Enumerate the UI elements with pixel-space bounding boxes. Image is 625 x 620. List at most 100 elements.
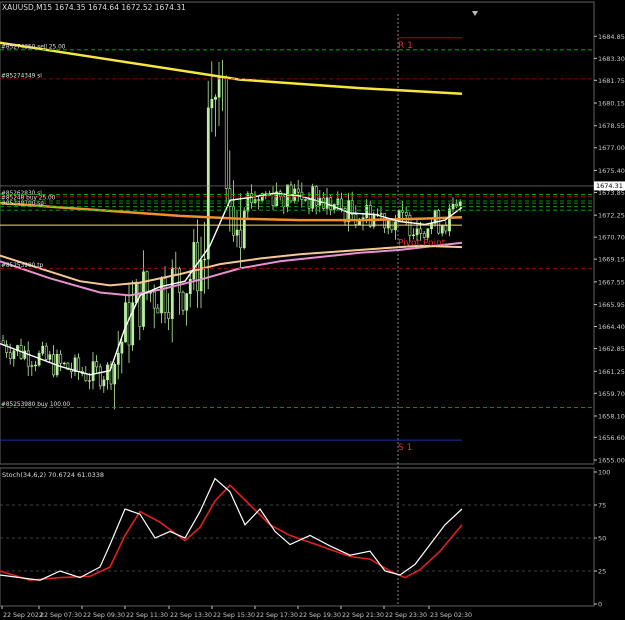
time-tick-label: 22 Sep 19:30: [299, 612, 341, 619]
price-tick-label: 1677.00: [598, 144, 625, 152]
candle-body: [286, 184, 289, 208]
candle-body: [181, 291, 185, 311]
candle-body: [365, 205, 369, 219]
candle-body: [451, 203, 455, 210]
candle-body: [120, 341, 124, 354]
candle-body: [8, 352, 12, 359]
price-tick-label: 1678.55: [598, 122, 625, 130]
candle-body: [138, 282, 142, 327]
price-tick-label: 1683.30: [598, 55, 625, 63]
time-tick-label: 22 Sep 23:30: [385, 612, 427, 619]
candle-body: [232, 206, 235, 236]
time-tick-label: 23 Sep 02:30: [430, 612, 472, 619]
price-tick-label: 1680.15: [598, 100, 625, 108]
price-tick-label: 1662.85: [598, 345, 625, 353]
stoch-tick-label: 0: [598, 601, 602, 609]
order-level-label: #85253980 tp: [1, 263, 43, 269]
candle-body: [379, 213, 383, 215]
candle-body: [84, 373, 88, 381]
candle-body: [134, 282, 138, 304]
candle-body: [210, 99, 214, 109]
r1-label: R 1: [398, 41, 413, 51]
price-tick-label: 1675.40: [598, 167, 625, 175]
time-tick-label: 22 Sep 2022: [3, 612, 43, 619]
candle-body: [102, 379, 106, 387]
candle-body: [217, 76, 221, 98]
ma-peach-line: [0, 244, 463, 287]
candle-body: [340, 198, 343, 209]
time-tick-label: 22 Sep 21:30: [342, 612, 384, 619]
chart-window[interactable]: #85274350 sell 25.00#85274349 sl#8526283…: [0, 0, 625, 620]
candle-body: [163, 277, 167, 313]
candle-body: [246, 193, 250, 212]
candle-body: [404, 212, 408, 216]
candle-body: [455, 203, 459, 206]
ma-yellow-line: [0, 41, 463, 96]
time-tick-label: 22 Sep 15:30: [213, 612, 255, 619]
candle-body: [156, 307, 160, 314]
time-tick-label: 22 Sep 13:30: [170, 612, 212, 619]
moving-averages: [0, 41, 463, 376]
candle-body: [145, 271, 149, 294]
stoch-tick-label: 50: [598, 535, 606, 543]
candle-body: [304, 199, 307, 201]
order-levels: #85274350 sell 25.00#85274349 sl#8526283…: [0, 44, 594, 408]
candle-body: [214, 96, 217, 100]
time-tick-label: 22 Sep 09:30: [83, 612, 125, 619]
chart-shift-icon[interactable]: [472, 11, 478, 16]
stoch-main-line: [0, 477, 463, 581]
candle-body: [401, 210, 405, 213]
chart-canvas[interactable]: #85274350 sell 25.00#85274349 sl#8526283…: [0, 0, 625, 620]
price-tick-label: 1672.25: [598, 212, 625, 220]
stoch-tick-label: 100: [598, 469, 610, 477]
candle-body: [440, 225, 444, 234]
candle-body: [239, 229, 243, 249]
price-axis: 1684.85 1683.30 1681.75 1680.15 1678.55 1677.…: [1, 33, 625, 619]
candle-body: [368, 205, 372, 227]
candle-body: [448, 208, 451, 232]
order-level-label: #85274350 sell 25.00: [1, 44, 66, 50]
candle-body: [113, 364, 117, 385]
candle-body: [167, 312, 171, 319]
candle-body: [30, 365, 34, 367]
candle-body: [95, 361, 99, 368]
order-level-label: #85253980 buy 100.00: [1, 402, 70, 408]
candle-body: [257, 199, 261, 201]
stoch-signal-line: [0, 484, 463, 582]
candle-body: [271, 193, 275, 206]
candle-body: [203, 258, 207, 261]
candle-body: [124, 302, 127, 343]
current-price-label: 1674.31: [596, 182, 623, 190]
candle-body: [390, 218, 394, 231]
candle-body: [206, 107, 210, 260]
candle-body: [199, 259, 203, 292]
candle-body: [98, 366, 102, 387]
price-tick-label: 1669.15: [598, 256, 625, 264]
candle-body: [422, 233, 426, 238]
stoch-pane-border: [0, 467, 595, 607]
candle-body: [196, 242, 199, 292]
candle-body: [289, 184, 293, 202]
stoch-tick-label: 25: [598, 568, 606, 576]
price-tick-label: 1661.25: [598, 368, 625, 376]
candle-body: [347, 200, 351, 223]
ma-pink-line: [0, 241, 463, 297]
candle-body: [458, 201, 462, 206]
price-tick-label: 1684.85: [598, 33, 625, 41]
candle-body: [62, 362, 66, 365]
candle-body: [282, 195, 286, 208]
price-tick-label: 1681.75: [598, 77, 625, 85]
price-tick-label: 1670.70: [598, 234, 625, 242]
s1-label: S 1: [398, 443, 412, 453]
candle-body: [116, 352, 120, 365]
candle-body: [41, 345, 45, 354]
candle-body: [185, 293, 189, 311]
order-level-label: #85274349 sl: [1, 73, 42, 79]
candle-body: [91, 361, 95, 381]
grid-layer: [0, 14, 462, 606]
price-tick-label: 1656.60: [598, 434, 625, 442]
candle-body: [296, 188, 300, 193]
candles-layer: [1, 59, 462, 410]
candle-body: [12, 350, 16, 359]
candle-body: [235, 229, 239, 236]
